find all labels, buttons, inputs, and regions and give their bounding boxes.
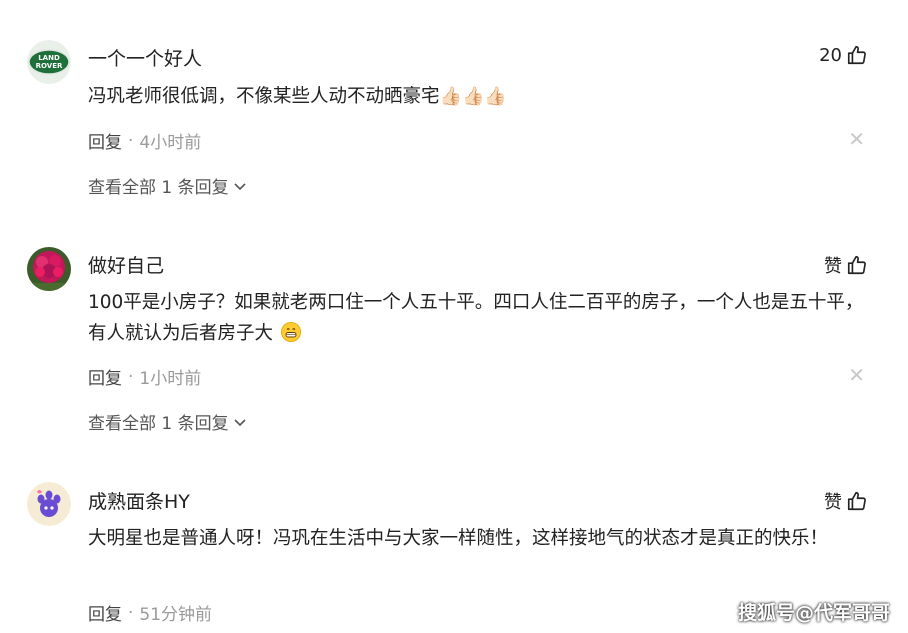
thumbs-up-emoji-icon: 👍🏻 bbox=[484, 86, 507, 107]
reply-button[interactable]: 回复 bbox=[88, 600, 122, 625]
land-rover-logo-icon: LAND ROVER bbox=[27, 40, 71, 84]
reply-button[interactable]: 回复 bbox=[88, 364, 122, 389]
like-button[interactable]: 赞 bbox=[824, 488, 868, 514]
comment-text: 100平是小房子？如果就老两口住一个人五十平。四口人住二百平的房子，一个人也是五… bbox=[88, 287, 878, 349]
timestamp: 4小时前 bbox=[139, 133, 202, 153]
avatar[interactable] bbox=[27, 482, 71, 526]
comment-meta: 回复 · 51分钟前 bbox=[88, 600, 213, 626]
chevron-down-icon bbox=[234, 182, 246, 190]
comment-text-content: 冯巩老师很低调，不像某些人动不动晒豪宅 bbox=[88, 86, 440, 107]
comment-text-content: 100平是小房子？如果就老两口住一个人五十平。四口人住二百平的房子，一个人也是五… bbox=[88, 292, 864, 344]
close-icon[interactable]: ✕ bbox=[848, 127, 865, 151]
thumbs-up-emoji-icon: 👍🏻 bbox=[439, 86, 462, 107]
dot-separator: · bbox=[128, 602, 134, 623]
view-all-replies-label: 查看全部 1 条回复 bbox=[88, 414, 229, 434]
avatar[interactable] bbox=[27, 247, 71, 291]
timestamp: 51分钟前 bbox=[139, 605, 213, 625]
reply-button[interactable]: 回复 bbox=[88, 128, 122, 153]
comment-meta: 回复 · 4小时前 bbox=[88, 128, 202, 154]
comment-text: 冯巩老师很低调，不像某些人动不动晒豪宅👍🏻👍🏻👍🏻 bbox=[88, 81, 878, 112]
view-all-replies-label: 查看全部 1 条回复 bbox=[88, 178, 229, 198]
thumbs-up-icon bbox=[847, 255, 866, 275]
like-button[interactable]: 赞 bbox=[824, 252, 868, 278]
grinning-face-emoji-icon bbox=[281, 322, 302, 342]
thumbs-up-icon bbox=[847, 491, 866, 511]
comment-text-content: 大明星也是普通人呀！冯巩在生活中与大家一样随性，这样接地气的状态才是真正的快乐！ bbox=[88, 528, 829, 549]
close-icon[interactable]: ✕ bbox=[848, 363, 865, 387]
avatar[interactable]: LAND ROVER bbox=[27, 40, 71, 84]
like-label: 赞 bbox=[824, 492, 842, 513]
comment-text: 大明星也是普通人呀！冯巩在生活中与大家一样随性，这样接地气的状态才是真正的快乐！ bbox=[88, 523, 878, 554]
avatar-logo-bottom: ROVER bbox=[36, 62, 63, 70]
dot-separator: · bbox=[128, 366, 134, 387]
like-count: 20 bbox=[819, 44, 842, 66]
comment-meta: 回复 · 1小时前 bbox=[88, 364, 202, 390]
username[interactable]: 做好自己 bbox=[88, 251, 164, 278]
view-all-replies-button[interactable]: 查看全部 1 条回复 bbox=[88, 409, 247, 434]
username[interactable]: 一个一个好人 bbox=[88, 44, 202, 71]
chevron-down-icon bbox=[234, 418, 246, 426]
like-button[interactable]: 20 bbox=[819, 44, 868, 66]
timestamp: 1小时前 bbox=[139, 369, 202, 389]
purple-paw-icon bbox=[27, 482, 71, 526]
avatar-logo-top: LAND bbox=[38, 54, 60, 62]
thumbs-up-emoji-icon: 👍🏻 bbox=[461, 86, 485, 107]
username[interactable]: 成熟面条HY bbox=[88, 487, 190, 514]
like-label: 赞 bbox=[824, 256, 842, 277]
thumbs-up-icon bbox=[847, 45, 866, 65]
watermark: 搜狐号@代军哥哥 bbox=[737, 602, 890, 624]
dot-separator: · bbox=[128, 130, 134, 151]
view-all-replies-button[interactable]: 查看全部 1 条回复 bbox=[88, 173, 247, 198]
flower-photo-icon bbox=[27, 247, 71, 291]
